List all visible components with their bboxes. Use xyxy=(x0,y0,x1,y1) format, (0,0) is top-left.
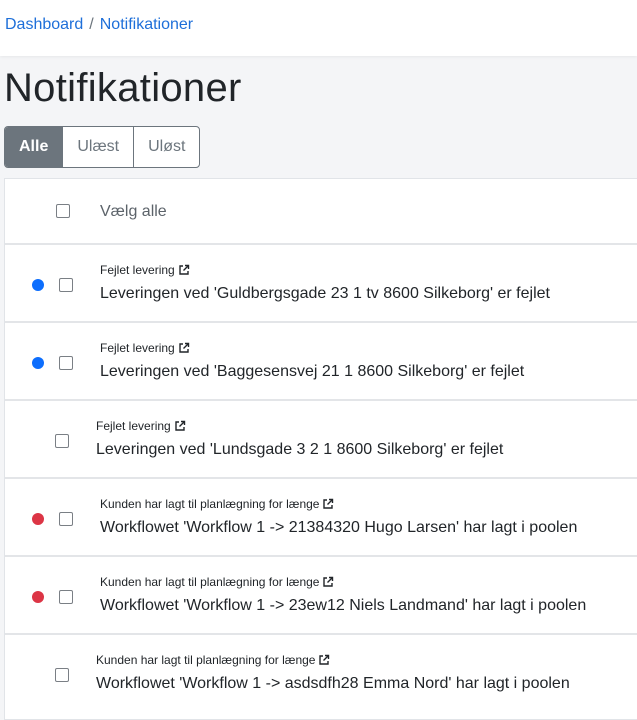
row-checkbox[interactable] xyxy=(59,590,73,604)
notification-message: Workflowet 'Workflow 1 -> 23ew12 Niels L… xyxy=(100,597,587,614)
notification-message: Workflowet 'Workflow 1 -> 21384320 Hugo … xyxy=(100,519,578,536)
notification-list: Vælg alle Fejlet levering Leveringen ved … xyxy=(4,178,637,720)
notification-row[interactable]: Fejlet levering Leveringen ved 'Guldbergs… xyxy=(5,243,637,321)
external-link-icon[interactable] xyxy=(171,419,186,433)
filter-all-button[interactable]: Alle xyxy=(5,127,63,167)
notification-row[interactable]: Kunden har lagt til planlægning for læng… xyxy=(5,555,637,633)
breadcrumb: Dashboard / Notifikationer xyxy=(5,16,193,34)
page-title: Notifikationer xyxy=(4,66,242,110)
notification-row[interactable]: Kunden har lagt til planlægning for læng… xyxy=(5,477,637,555)
notification-type-label: Kunden har lagt til planlægning for læng… xyxy=(100,575,320,589)
notification-row[interactable]: Fejlet levering Leveringen ved 'Lundsgade… xyxy=(5,399,637,477)
unresolved-indicator-dot xyxy=(32,513,44,525)
unresolved-indicator-dot xyxy=(32,591,44,603)
notification-type-label: Fejlet levering xyxy=(100,263,175,277)
notification-row[interactable]: Fejlet levering Leveringen ved 'Baggesens… xyxy=(5,321,637,399)
row-checkbox[interactable] xyxy=(55,434,69,448)
unread-indicator-dot xyxy=(32,279,44,291)
notification-message: Workflowet 'Workflow 1 -> asdsdfh28 Emma… xyxy=(96,675,570,692)
breadcrumb-dashboard[interactable]: Dashboard xyxy=(5,16,83,33)
list-header: Vælg alle xyxy=(5,179,637,244)
filter-unresolved-button[interactable]: Uløst xyxy=(133,127,199,167)
row-checkbox[interactable] xyxy=(59,356,73,370)
notification-type-label: Kunden har lagt til planlægning for læng… xyxy=(100,497,320,511)
row-checkbox[interactable] xyxy=(55,668,69,682)
notification-type-link[interactable]: Kunden har lagt til planlægning for læng… xyxy=(96,653,330,667)
select-all-label: Vælg alle xyxy=(100,203,167,220)
top-bar: Dashboard / Notifikationer xyxy=(0,0,637,56)
notification-type-link[interactable]: Fejlet levering xyxy=(100,341,190,355)
row-checkbox[interactable] xyxy=(59,278,73,292)
notification-type-label: Kunden har lagt til planlægning for læng… xyxy=(96,653,316,667)
external-link-icon[interactable] xyxy=(319,575,334,589)
select-all-checkbox[interactable] xyxy=(56,204,70,218)
notification-type-link[interactable]: Fejlet levering xyxy=(96,419,186,433)
notification-row[interactable]: Kunden har lagt til planlægning for læng… xyxy=(5,633,637,711)
notification-type-link[interactable]: Kunden har lagt til planlægning for læng… xyxy=(100,497,334,511)
external-link-icon[interactable] xyxy=(315,653,330,667)
external-link-icon[interactable] xyxy=(319,497,334,511)
notification-type-label: Fejlet levering xyxy=(96,419,171,433)
filter-button-group: Alle Ulæst Uløst xyxy=(4,126,201,168)
notification-type-link[interactable]: Kunden har lagt til planlægning for læng… xyxy=(100,575,334,589)
unread-indicator-dot xyxy=(32,357,44,369)
notification-message: Leveringen ved 'Guldbergsgade 23 1 tv 86… xyxy=(100,285,550,302)
notification-type-label: Fejlet levering xyxy=(100,341,175,355)
breadcrumb-notifikationer[interactable]: Notifikationer xyxy=(100,16,193,33)
notification-message: Leveringen ved 'Baggesensvej 21 1 8600 S… xyxy=(100,363,525,380)
row-checkbox[interactable] xyxy=(59,512,73,526)
breadcrumb-separator: / xyxy=(89,16,94,33)
notification-type-link[interactable]: Fejlet levering xyxy=(100,263,190,277)
notification-message: Leveringen ved 'Lundsgade 3 2 1 8600 Sil… xyxy=(96,441,504,458)
filter-unread-button[interactable]: Ulæst xyxy=(62,127,133,167)
external-link-icon[interactable] xyxy=(175,263,190,277)
external-link-icon[interactable] xyxy=(175,341,190,355)
